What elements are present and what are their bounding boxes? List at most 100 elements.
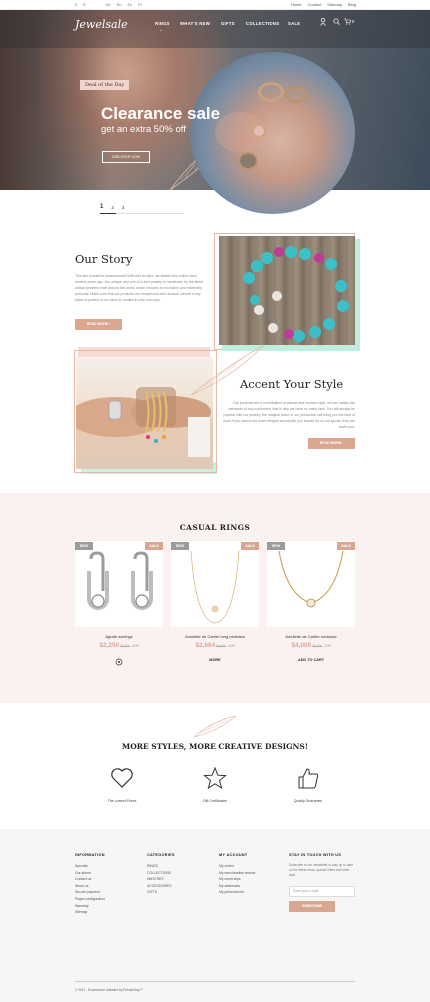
features-title: MORE STYLES, MORE CREATIVE DESIGNS! [121,742,309,751]
product-price: $2,664 $4,440 -40% [160,642,270,649]
nav-rings[interactable]: RINGS [155,21,170,26]
new-badge: NEW [267,542,285,550]
footer-information: INFORMATION Specials Our stores Contact … [75,853,105,916]
deal-badge: Deal of the Day [80,80,130,90]
subscribe-button[interactable]: SUBSCRIBE [289,901,335,912]
chevron-right-icon: › [342,441,344,445]
slider-pagination: 1 2 3 [100,204,124,210]
cart-button[interactable]: 0 [344,18,354,25]
link-contact[interactable]: Contact [308,2,322,7]
story-title: Our Story [75,252,133,266]
search-icon[interactable] [333,18,340,27]
sale-badge: SALE [241,542,259,550]
discount-percent: -40% [227,644,235,648]
feature-label: Quality Guarantee [293,799,323,803]
nav-whats-new[interactable]: WHAT'S NEW [180,21,210,26]
site-logo[interactable]: Jewelsale [75,18,128,31]
footer-link[interactable]: My orders [219,863,255,870]
nav-collections[interactable]: COLLECTIONS [246,21,279,26]
nav-sale[interactable]: SALE [288,21,300,26]
quick-view-icon[interactable] [64,658,174,667]
footer-link[interactable]: Pages configuration [75,896,105,903]
feather-decoration-3 [193,715,237,738]
footer-link[interactable]: Secure payment [75,889,105,896]
footer-link[interactable]: Contact us [75,876,105,883]
discount-percent: -50% [131,644,139,648]
price-now: $2,250 [99,642,120,649]
footer-link[interactable]: Sitemap [75,909,105,916]
footer-link[interactable]: ACCESSORIES [147,883,175,890]
newsletter-email-input[interactable]: Enter your e-mail [289,886,355,897]
product-card[interactable]: NEW SALE [75,541,163,627]
user-icon[interactable] [320,18,326,28]
footer-link[interactable]: WATCHES [147,876,175,883]
link-blog[interactable]: Blog [348,2,356,7]
currency-euro[interactable]: € [83,2,85,7]
footer [0,829,430,1002]
long-necklace-image [190,551,240,624]
footer-heading: INFORMATION [75,853,105,857]
slide-2[interactable]: 2 [111,204,114,210]
footer-link[interactable]: My credit slips [219,876,255,883]
star-icon [203,767,227,789]
hero-jewelry-image [190,52,355,214]
more-button[interactable]: MORE [160,658,270,662]
footer-link[interactable]: GIFTS [147,889,175,896]
copyright: © 2017 - Ecommerce software by PrestaSho… [75,988,144,992]
cart-icon [344,18,351,25]
footer-link[interactable]: My personal info [219,889,255,896]
footer-divider [75,981,355,982]
product-card[interactable]: NEW SALE [267,541,355,627]
story-text: This site should be accessorized! With t… [75,274,204,302]
story-read-more-button[interactable]: READ MORE › [75,319,122,330]
feather-decoration-2 [190,344,265,396]
discover-now-button[interactable]: DISCOVER NOW [102,151,150,163]
language-fr[interactable]: Fr [138,2,142,7]
footer-link[interactable]: About us [75,883,105,890]
new-badge: NEW [171,542,189,550]
products-title: CASUAL RINGS [179,523,251,532]
hero-subtitle: get an extra 50% off [101,124,186,135]
product-card[interactable]: NEW SALE [171,541,259,627]
footer-link[interactable]: Our stores [75,870,105,877]
thumbs-up-icon [298,768,319,789]
feature-label: Gift Certificates [203,799,227,803]
footer-categories: CATEGORIES RINGS COLLECTIONS WATCHES ACC… [147,853,175,896]
product-name[interactable]: Amulette de Cartier long necklace [160,634,270,639]
discount-percent: -20% [323,644,331,648]
new-badge: NEW [75,542,93,550]
footer-newsletter: STAY IN TOUCH WITH US Subscribe to our n… [289,853,355,878]
language-de[interactable]: De [105,2,110,7]
sale-badge: SALE [337,542,355,550]
story-read-more-label: READ MORE [86,322,109,326]
footer-heading: CATEGORIES [147,853,175,857]
add-to-cart-button[interactable]: ADD TO CART [256,658,366,662]
slide-3[interactable]: 3 [122,204,125,210]
slide-1[interactable]: 1 [100,204,103,210]
product-name[interactable]: Amulette de Cartier necklace [256,634,366,639]
accent-text: Our products are a combination of classi… [223,401,355,429]
footer-link[interactable]: RINGS [147,863,175,870]
utility-links: Home Contact Sitemap Blog [291,2,356,7]
bracelet-photo [219,236,355,345]
heart-icon [111,768,133,788]
accent-title: Accent Your Style [240,377,344,391]
feature-label: The Lowest Prices [107,799,137,803]
footer-link[interactable]: Specials [75,863,105,870]
footer-link[interactable]: My addresses [219,883,255,890]
language-en[interactable]: En [117,2,122,7]
footer-link[interactable]: Warranty [75,903,105,910]
language-es[interactable]: Es [128,2,133,7]
earrings-image [87,551,153,610]
link-home[interactable]: Home [291,2,302,7]
link-sitemap[interactable]: Sitemap [327,2,342,7]
currency-pound[interactable]: £ [75,2,77,7]
product-name[interactable]: Agrafe earrings [64,634,174,639]
footer-link[interactable]: COLLECTIONS [147,870,175,877]
nav-gifts[interactable]: GIFTS [221,21,235,26]
necklace-image [278,551,344,608]
accent-read-more-button[interactable]: READ MORE › [308,438,355,449]
footer-link[interactable]: My merchandise returns [219,870,255,877]
chevron-down-icon: ⌄ [159,27,163,32]
slider-progress [100,213,184,214]
